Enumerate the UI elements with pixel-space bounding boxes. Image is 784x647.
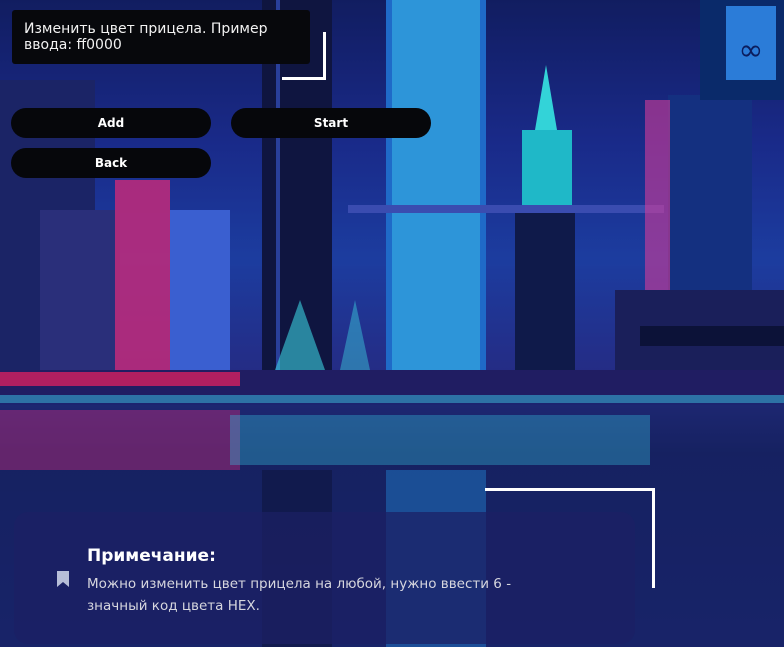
add-button[interactable]: Add [11,108,211,138]
svg-text:∞: ∞ [739,33,764,68]
frame-corner-decoration [282,32,326,80]
back-button[interactable]: Back [11,148,211,178]
frame-corner-decoration-bottom [485,488,655,588]
start-button[interactable]: Start [231,108,431,138]
bookmark-icon [56,570,70,592]
note-title: Примечание: [87,546,216,566]
crosshair-color-prompt: Изменить цвет прицела. Пример ввода: ff0… [12,10,310,64]
